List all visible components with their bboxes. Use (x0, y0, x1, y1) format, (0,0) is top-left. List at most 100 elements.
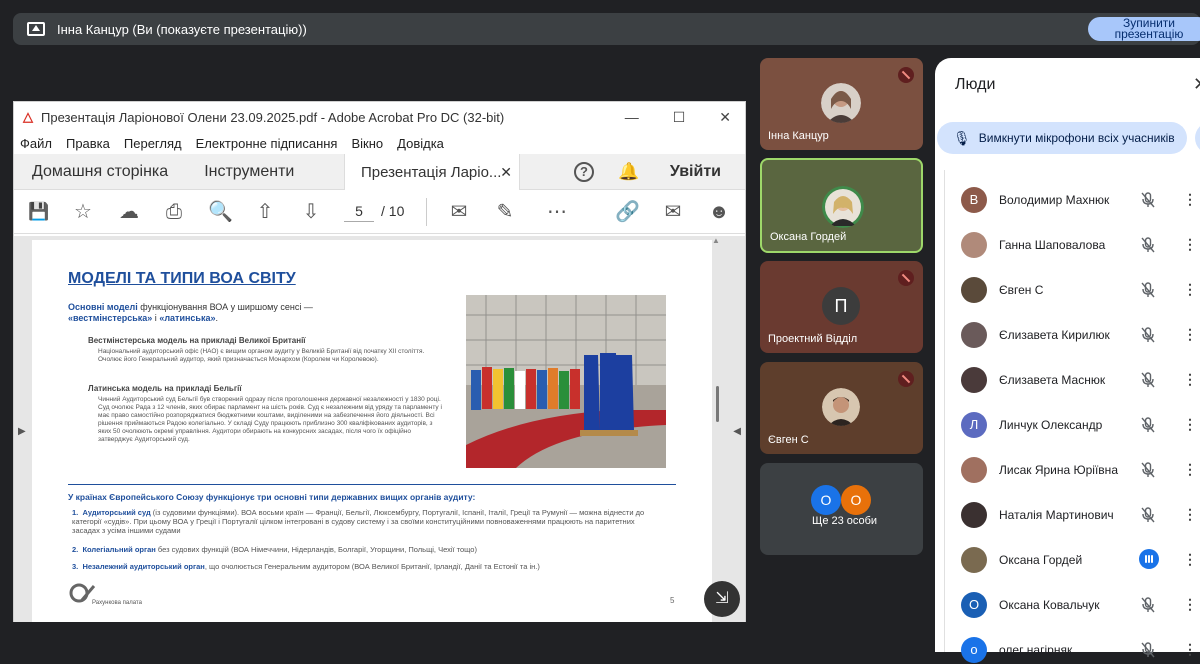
menu-file[interactable]: Файл (20, 136, 52, 151)
tile-more-people[interactable]: О О Ще 23 особи (760, 463, 923, 555)
exit-fullscreen-icon[interactable]: ⇲ (704, 581, 740, 617)
panel-title: Люди (955, 76, 996, 93)
minimize-icon[interactable]: — (625, 109, 639, 126)
more-options-icon[interactable]: ⋮ (1183, 236, 1197, 253)
avatar (961, 322, 987, 348)
mic-off-icon[interactable] (1141, 417, 1155, 433)
more-options-icon[interactable]: ⋮ (1183, 551, 1197, 568)
right-pane-toggle-icon[interactable]: ◀ (733, 426, 741, 437)
more-options-icon[interactable]: ⋮ (1183, 326, 1197, 343)
add-user-icon[interactable]: ☻ (707, 200, 731, 224)
secondary-action-button[interactable] (1195, 122, 1200, 154)
help-icon[interactable]: ? (574, 162, 594, 182)
participant-row[interactable]: Лисак Ярина Юріївна ⋮ (961, 456, 1200, 484)
avatar: Л (961, 412, 987, 438)
participant-row[interactable]: Ганна Шаповалова ⋮ (961, 231, 1200, 259)
participant-row[interactable]: Оксана Гордей ⋮ (961, 546, 1200, 574)
avatar (961, 502, 987, 528)
document-area[interactable]: ▶ ◀ ▲ МОДЕЛІ ТА ТИПИ ВОА СВІТУ Основні м… (14, 236, 745, 622)
menu-esign[interactable]: Електронне підписання (196, 136, 338, 151)
menu-help[interactable]: Довідка (397, 136, 444, 151)
page-up-icon[interactable]: ⇧ (253, 200, 277, 224)
more-options-icon[interactable]: ⋮ (1183, 506, 1197, 523)
mic-off-icon[interactable] (1141, 462, 1155, 478)
more-options-icon[interactable]: ⋮ (1183, 416, 1197, 433)
list-num-2: 2. (72, 545, 79, 554)
mic-off-icon[interactable] (1141, 507, 1155, 523)
avatar (822, 388, 860, 426)
participant-name: Оксана Ковальчук (999, 598, 1100, 612)
participant-row[interactable]: Єлизавета Кирилюк ⋮ (961, 321, 1200, 349)
participant-row[interactable]: В Володимир Махнюк ⋮ (961, 186, 1200, 214)
tab-document-label: Презентація Ларіо... (361, 163, 502, 181)
intro-westminster: «вестмінстерська» (68, 313, 153, 323)
list-divider (944, 170, 945, 652)
avatar (822, 186, 864, 228)
avatar: В (961, 187, 987, 213)
avatar (961, 232, 987, 258)
list-item-1-text: (із судовими функціями). ВОА восьми краї… (72, 508, 645, 535)
menu-view[interactable]: Перегляд (124, 136, 182, 151)
list-item-3: 3. Незалежний аудиторський орган, що очо… (72, 562, 652, 571)
maximize-icon[interactable]: ☐ (673, 109, 686, 126)
mic-off-icon[interactable] (1141, 597, 1155, 613)
login-button[interactable]: Увійти (670, 163, 721, 181)
menu-bar: Файл Правка Перегляд Електронне підписан… (14, 132, 745, 154)
mic-off-icon[interactable] (1141, 327, 1155, 343)
participant-row[interactable]: Наталія Мартинович ⋮ (961, 501, 1200, 529)
participant-row[interactable]: о олег нагірняк ⋮ (961, 636, 1200, 664)
more-options-icon[interactable]: ⋮ (1183, 641, 1197, 658)
participant-row[interactable]: Л Линчук Олександр ⋮ (961, 411, 1200, 439)
save-icon[interactable]: 💾 (27, 200, 51, 224)
link-icon[interactable]: 🔗 (615, 200, 640, 224)
tile-yevhen[interactable]: Євген С (760, 362, 923, 454)
participant-row[interactable]: Єлизавета Маснюк ⋮ (961, 366, 1200, 394)
menu-edit[interactable]: Правка (66, 136, 110, 151)
tile-project-dept[interactable]: П Проектний Відділ (760, 261, 923, 353)
highlight-icon[interactable]: ✎ (493, 200, 517, 224)
close-icon[interactable]: ✕ (1193, 74, 1200, 95)
more-options-icon[interactable]: ⋮ (1183, 191, 1197, 208)
upload-icon[interactable]: ☁ (117, 200, 141, 224)
mic-off-icon[interactable] (1141, 642, 1155, 658)
tile-oksana[interactable]: Оксана Гордей (760, 158, 923, 253)
westminster-heading: Вестмінстерська модель на прикладі Велик… (88, 336, 306, 345)
left-pane-toggle-icon[interactable]: ▶ (18, 426, 26, 437)
mic-off-icon[interactable] (1141, 237, 1155, 253)
tab-home[interactable]: Домашня сторінка (14, 163, 186, 181)
page-number-input[interactable]: 5 (344, 200, 374, 222)
participant-row[interactable]: Євген С ⋮ (961, 276, 1200, 304)
mic-off-icon[interactable] (1141, 372, 1155, 388)
mic-off-icon[interactable] (1141, 192, 1155, 208)
more-options-icon[interactable]: ⋮ (1183, 371, 1197, 388)
vertical-scrollbar[interactable] (716, 386, 719, 422)
tab-document[interactable]: Презентація Ларіо... ✕ (344, 154, 520, 190)
tile-inna[interactable]: Інна Канцур (760, 58, 923, 150)
mail-icon[interactable]: ✉ (661, 200, 685, 224)
menu-window[interactable]: Вікно (351, 136, 383, 151)
comment-icon[interactable]: ✉ (447, 200, 471, 224)
intro-bold: Основні моделі (68, 302, 138, 312)
more-options-icon[interactable]: ⋮ (1183, 596, 1197, 613)
list-num-3: 3. (72, 562, 79, 571)
star-icon[interactable]: ☆ (71, 200, 95, 224)
more-options-icon[interactable]: ⋮ (1183, 281, 1197, 298)
tile-name: Ще 23 особи (812, 515, 878, 527)
print-icon[interactable]: ⎙ (162, 200, 186, 224)
tab-tools[interactable]: Інструменти (186, 163, 312, 181)
scroll-up-icon[interactable]: ▲ (712, 236, 720, 245)
list-item-2-title: Колегіальний орган (82, 545, 156, 554)
close-icon[interactable]: ✕ (719, 109, 731, 126)
stop-presenting-button[interactable]: Зупинити презентацію (1088, 17, 1200, 41)
mic-off-icon[interactable] (1141, 282, 1155, 298)
tab-close-icon[interactable]: ✕ (500, 164, 512, 181)
avatar (961, 277, 987, 303)
zoom-icon[interactable]: 🔍 (208, 200, 233, 224)
people-panel: Люди ✕ 🎙 Вимкнути мікрофони всіх учасник… (935, 58, 1200, 663)
more-options-icon[interactable]: ⋮ (1183, 461, 1197, 478)
bell-icon[interactable]: 🔔 (618, 162, 639, 182)
more-icon[interactable]: ⋯ (545, 200, 569, 224)
participant-row[interactable]: О Оксана Ковальчук ⋮ (961, 591, 1200, 619)
page-down-icon[interactable]: ⇩ (299, 200, 323, 224)
mute-all-button[interactable]: 🎙 Вимкнути мікрофони всіх учасників (937, 122, 1187, 154)
